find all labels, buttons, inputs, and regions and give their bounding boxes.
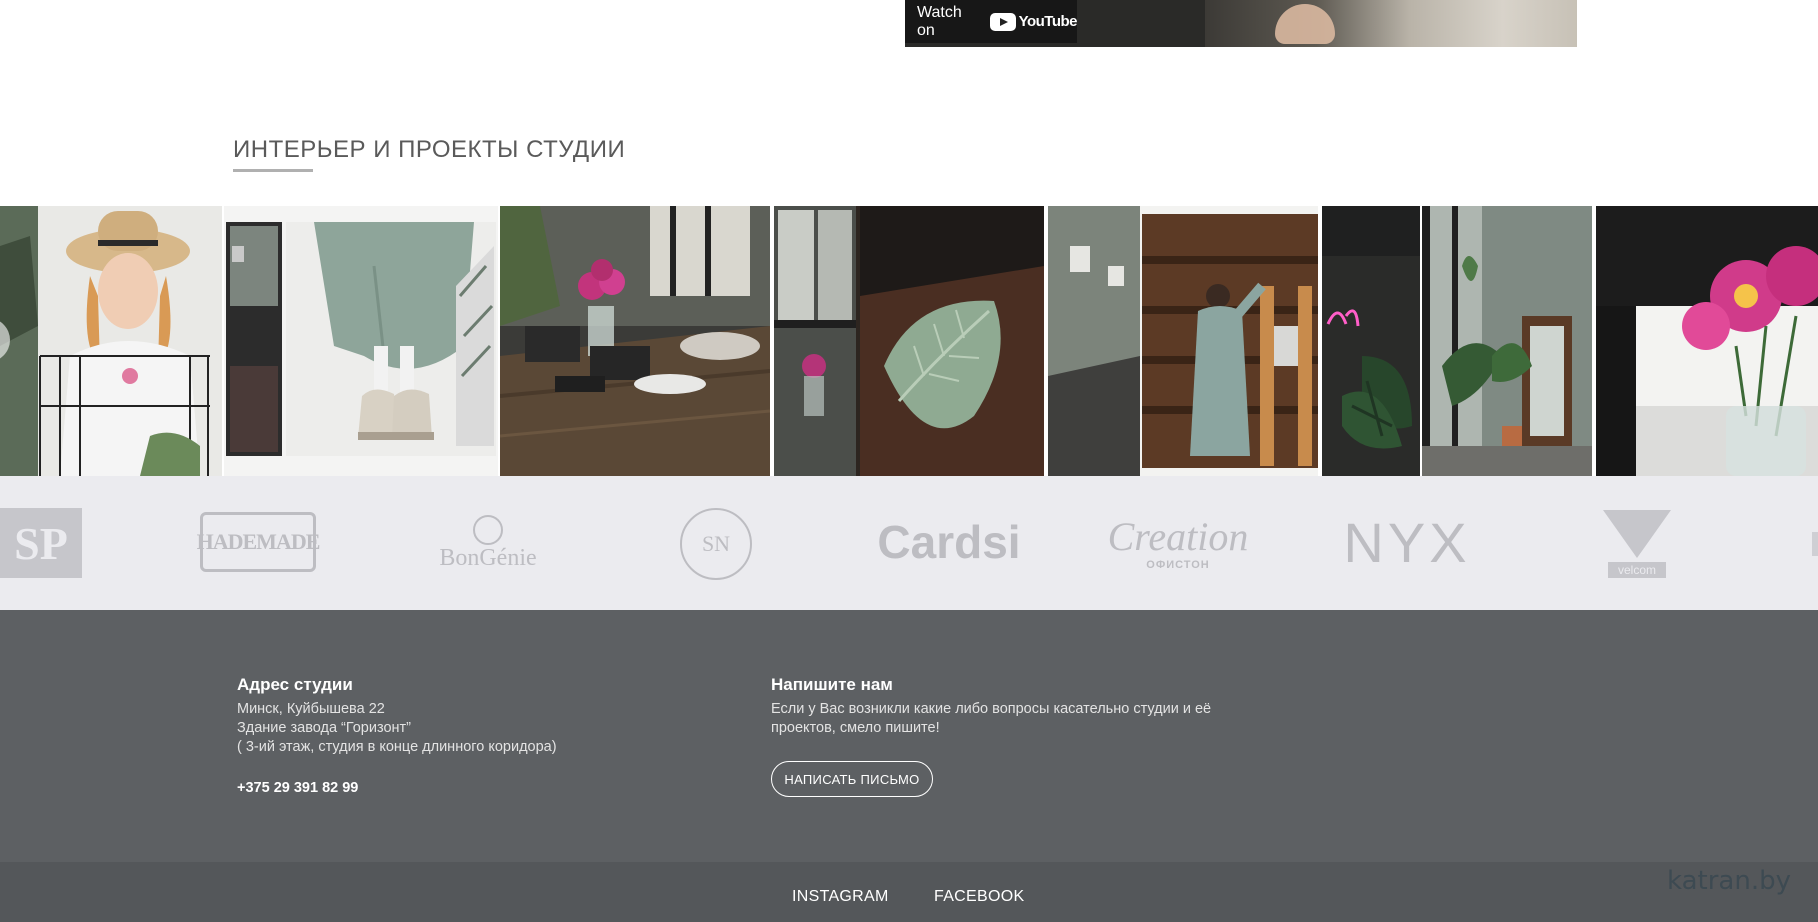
write-letter-button[interactable]: НАПИСАТЬ ПИСЬМО bbox=[771, 761, 933, 797]
bongenie-monogram-icon bbox=[473, 514, 503, 545]
address-title: Адрес студии bbox=[237, 675, 353, 694]
address-line-2: Здание завода “Горизонт” bbox=[237, 720, 411, 736]
gallery-photo-girl-in-hat[interactable] bbox=[0, 206, 222, 476]
woman-shelves-image bbox=[1048, 206, 1318, 476]
window-plants-image bbox=[1422, 206, 1592, 476]
address-line-1: Минск, Куйбышева 22 bbox=[237, 701, 385, 717]
pink-asters-image bbox=[1596, 206, 1818, 476]
katran-watermark: katran.by bbox=[1667, 866, 1791, 896]
youtube-play-icon bbox=[989, 12, 1016, 31]
studio-desk-image bbox=[500, 206, 770, 476]
gallery-photo-leaf-plate[interactable] bbox=[774, 206, 1044, 476]
velcom-v-icon bbox=[1603, 510, 1671, 558]
gallery-photo-pink-asters[interactable] bbox=[1596, 206, 1818, 476]
partner-logo-bongenie: BonGénie bbox=[430, 508, 546, 578]
contact-title: Напишите нам bbox=[771, 675, 893, 694]
gallery-photo-green-skirt[interactable] bbox=[224, 206, 498, 476]
video-thumbnail bbox=[1205, 0, 1577, 47]
partner-logo-sp: SP bbox=[0, 508, 82, 578]
partner-logo-nyx: NYX bbox=[1343, 510, 1471, 574]
gallery-photo-studio-desk[interactable] bbox=[500, 206, 770, 476]
partner-logo-hademade: HADEMADE bbox=[197, 512, 320, 572]
photo-gallery[interactable] bbox=[0, 206, 1818, 476]
partner-logo-creation: Creation ОФИСТОН bbox=[1107, 514, 1249, 572]
section-title-underline bbox=[233, 169, 313, 172]
girl-in-hat-image bbox=[0, 206, 222, 476]
partner-logo-sn: SN bbox=[680, 508, 752, 580]
contact-line-1: Если у Вас возникли какие либо вопросы к… bbox=[771, 701, 1212, 717]
partner-logo-partial bbox=[1812, 532, 1818, 556]
instagram-link[interactable]: INSTAGRAM bbox=[792, 888, 889, 906]
partner-logos-strip: SP HADEMADE BonGénie SN Cardsi Creation … bbox=[0, 476, 1818, 610]
neon-plant-image bbox=[1322, 206, 1420, 476]
contact-line-2: проектов, смело пишите! bbox=[771, 720, 940, 736]
section-title: ИНТЕРЬЕР И ПРОЕКТЫ СТУДИИ bbox=[233, 136, 626, 163]
gallery-photo-window-plants[interactable] bbox=[1422, 206, 1592, 476]
phone-number[interactable]: +375 29 391 82 99 bbox=[237, 780, 358, 796]
footer: Адрес студии Минск, Куйбышева 22 Здание … bbox=[0, 610, 1818, 862]
watch-on-youtube-button[interactable]: Watch on YouTube bbox=[905, 0, 1078, 43]
youtube-video-embed[interactable]: Watch on YouTube bbox=[905, 0, 1577, 47]
youtube-logo: YouTube bbox=[989, 12, 1078, 31]
youtube-wordmark: YouTube bbox=[1018, 13, 1078, 30]
partner-logo-velcom: velcom bbox=[1600, 506, 1674, 582]
footer-bottom-bar bbox=[0, 862, 1818, 922]
facebook-link[interactable]: FACEBOOK bbox=[934, 888, 1024, 906]
leaf-plate-image bbox=[774, 206, 1044, 476]
address-line-3: ( 3-ий этаж, студия в конце длинного кор… bbox=[237, 739, 557, 755]
partner-logo-cardsi: Cardsi bbox=[877, 516, 1021, 568]
gallery-photo-neon-plant[interactable] bbox=[1322, 206, 1420, 476]
gallery-photo-woman-shelves[interactable] bbox=[1048, 206, 1318, 476]
watch-on-label: Watch on bbox=[917, 3, 962, 39]
green-skirt-image bbox=[224, 206, 498, 476]
